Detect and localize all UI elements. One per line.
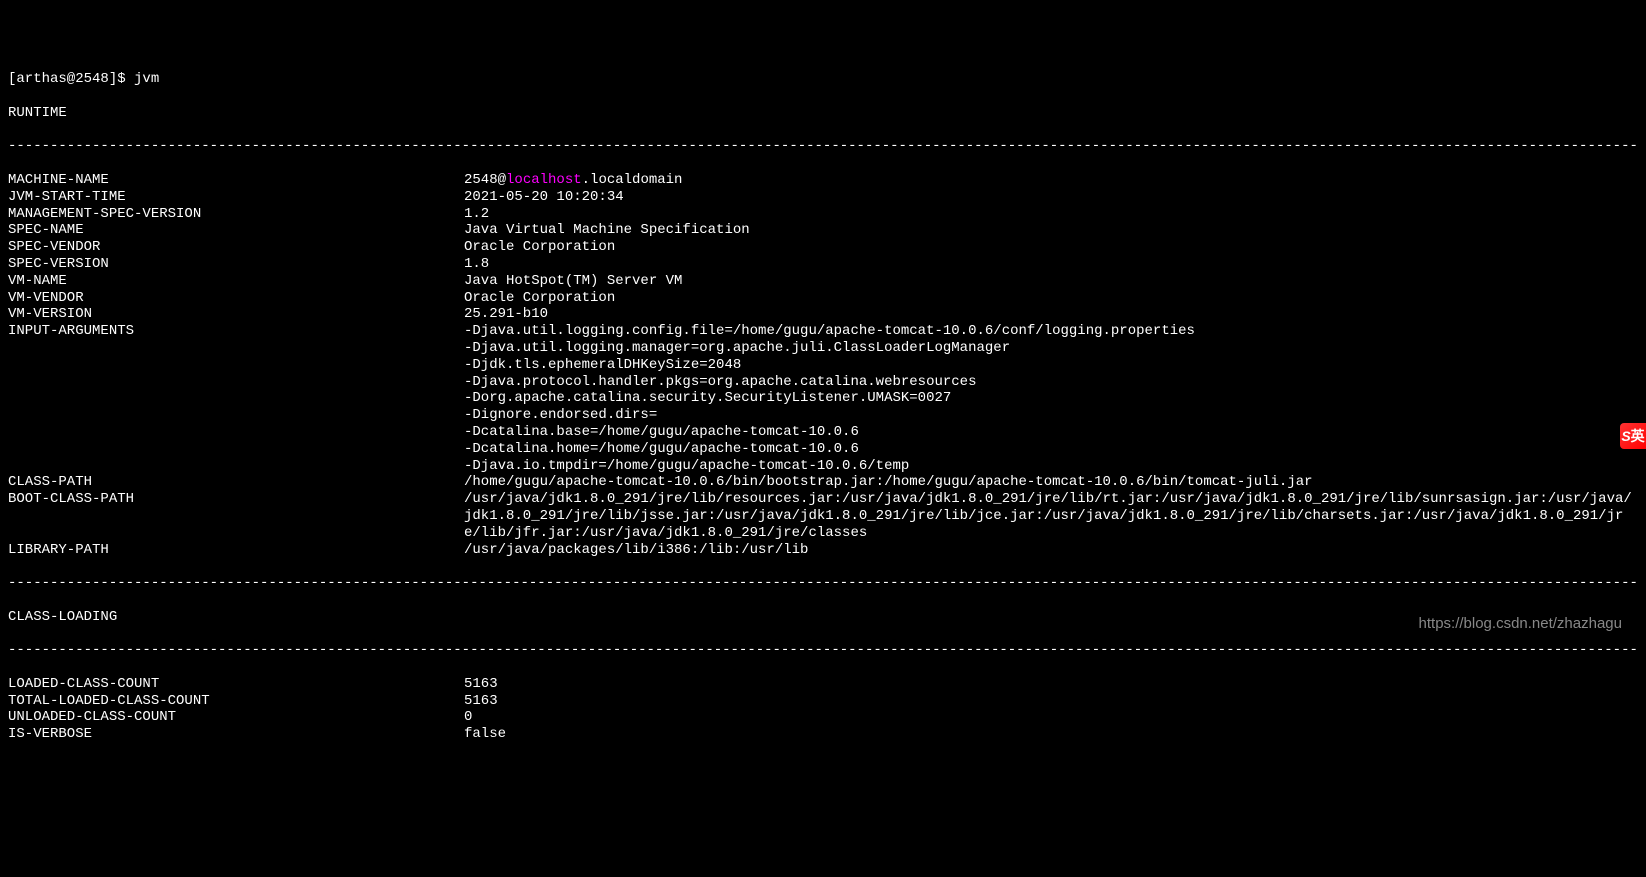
section-classloading-rows: LOADED-CLASS-COUNT5163TOTAL-LOADED-CLASS… <box>8 676 1638 743</box>
row-label: VM-VERSION <box>8 306 464 323</box>
section-classloading-title: CLASS-LOADING <box>8 609 1638 626</box>
row-label: LIBRARY-PATH <box>8 542 464 559</box>
row-value: /usr/java/jdk1.8.0_291/jre/lib/resources… <box>464 491 1638 541</box>
row-value: -Djava.util.logging.config.file=/home/gu… <box>464 323 1638 474</box>
row-label: SPEC-VENDOR <box>8 239 464 256</box>
row-label: INPUT-ARGUMENTS <box>8 323 464 340</box>
info-row: VM-VERSION25.291-b10 <box>8 306 1638 323</box>
info-row: VM-VENDOROracle Corporation <box>8 290 1638 307</box>
prompt-prefix: [arthas@2548]$ <box>8 71 134 88</box>
info-row: INPUT-ARGUMENTS-Djava.util.logging.confi… <box>8 323 1638 474</box>
info-row: MACHINE-NAME2548@localhost.localdomain <box>8 172 1638 189</box>
row-label: MACHINE-NAME <box>8 172 464 189</box>
row-label: SPEC-NAME <box>8 222 464 239</box>
divider: ----------------------------------------… <box>8 138 1638 155</box>
row-label: BOOT-CLASS-PATH <box>8 491 464 508</box>
info-row: TOTAL-LOADED-CLASS-COUNT5163 <box>8 693 1638 710</box>
row-label: LOADED-CLASS-COUNT <box>8 676 464 693</box>
hostname-prefix: 2548@ <box>464 172 506 188</box>
row-label: VM-NAME <box>8 273 464 290</box>
row-label: CLASS-PATH <box>8 474 464 491</box>
row-value: 1.8 <box>464 256 1638 273</box>
command-input[interactable]: jvm <box>134 71 159 88</box>
row-value: 5163 <box>464 676 1638 693</box>
arg-line: -Djava.util.logging.manager=org.apache.j… <box>464 340 1638 357</box>
info-row: VM-NAMEJava HotSpot(TM) Server VM <box>8 273 1638 290</box>
row-value: Oracle Corporation <box>464 290 1638 307</box>
side-badge-icon[interactable]: S英 <box>1620 423 1646 449</box>
row-value: 2021-05-20 10:20:34 <box>464 189 1638 206</box>
prompt-line: [arthas@2548]$ jvm <box>8 71 1638 88</box>
arg-line: -Dcatalina.home=/home/gugu/apache-tomcat… <box>464 441 1638 458</box>
section-runtime-title: RUNTIME <box>8 105 1638 122</box>
row-label: UNLOADED-CLASS-COUNT <box>8 709 464 726</box>
arg-line: -Djava.util.logging.config.file=/home/gu… <box>464 323 1638 340</box>
arg-line: -Djdk.tls.ephemeralDHKeySize=2048 <box>464 357 1638 374</box>
row-value: Java HotSpot(TM) Server VM <box>464 273 1638 290</box>
watermark-text: https://blog.csdn.net/zhazhagu <box>1419 615 1622 633</box>
info-row: SPEC-VERSION1.8 <box>8 256 1638 273</box>
info-row: JVM-START-TIME2021-05-20 10:20:34 <box>8 189 1638 206</box>
row-label: VM-VENDOR <box>8 290 464 307</box>
row-label: TOTAL-LOADED-CLASS-COUNT <box>8 693 464 710</box>
row-value: 25.291-b10 <box>464 306 1638 323</box>
hostname-host: localhost <box>506 172 582 188</box>
row-value: Java Virtual Machine Specification <box>464 222 1638 239</box>
row-value: 5163 <box>464 693 1638 710</box>
info-row: CLASS-PATH/home/gugu/apache-tomcat-10.0.… <box>8 474 1638 491</box>
row-value: /usr/java/packages/lib/i386:/lib:/usr/li… <box>464 542 1638 559</box>
row-value: false <box>464 726 1638 743</box>
info-row: SPEC-NAMEJava Virtual Machine Specificat… <box>8 222 1638 239</box>
info-row: LIBRARY-PATH/usr/java/packages/lib/i386:… <box>8 542 1638 559</box>
arg-line: -Dignore.endorsed.dirs= <box>464 407 1638 424</box>
row-label: JVM-START-TIME <box>8 189 464 206</box>
row-value: /home/gugu/apache-tomcat-10.0.6/bin/boot… <box>464 474 1638 491</box>
row-value: 0 <box>464 709 1638 726</box>
row-value: 2548@localhost.localdomain <box>464 172 1638 189</box>
info-row: BOOT-CLASS-PATH/usr/java/jdk1.8.0_291/jr… <box>8 491 1638 541</box>
row-label: IS-VERBOSE <box>8 726 464 743</box>
info-row: IS-VERBOSEfalse <box>8 726 1638 743</box>
row-value: 1.2 <box>464 206 1638 223</box>
arg-line: -Djava.protocol.handler.pkgs=org.apache.… <box>464 374 1638 391</box>
arg-line: -Dorg.apache.catalina.security.SecurityL… <box>464 390 1638 407</box>
arg-line: -Djava.io.tmpdir=/home/gugu/apache-tomca… <box>464 458 1638 475</box>
divider: ----------------------------------------… <box>8 575 1638 592</box>
row-label: SPEC-VERSION <box>8 256 464 273</box>
row-value: Oracle Corporation <box>464 239 1638 256</box>
info-row: LOADED-CLASS-COUNT5163 <box>8 676 1638 693</box>
info-row: MANAGEMENT-SPEC-VERSION1.2 <box>8 206 1638 223</box>
info-row: UNLOADED-CLASS-COUNT0 <box>8 709 1638 726</box>
info-row: SPEC-VENDOROracle Corporation <box>8 239 1638 256</box>
hostname-suffix: .localdomain <box>582 172 683 188</box>
arg-line: -Dcatalina.base=/home/gugu/apache-tomcat… <box>464 424 1638 441</box>
row-label: MANAGEMENT-SPEC-VERSION <box>8 206 464 223</box>
section-runtime-rows: MACHINE-NAME2548@localhost.localdomainJV… <box>8 172 1638 558</box>
